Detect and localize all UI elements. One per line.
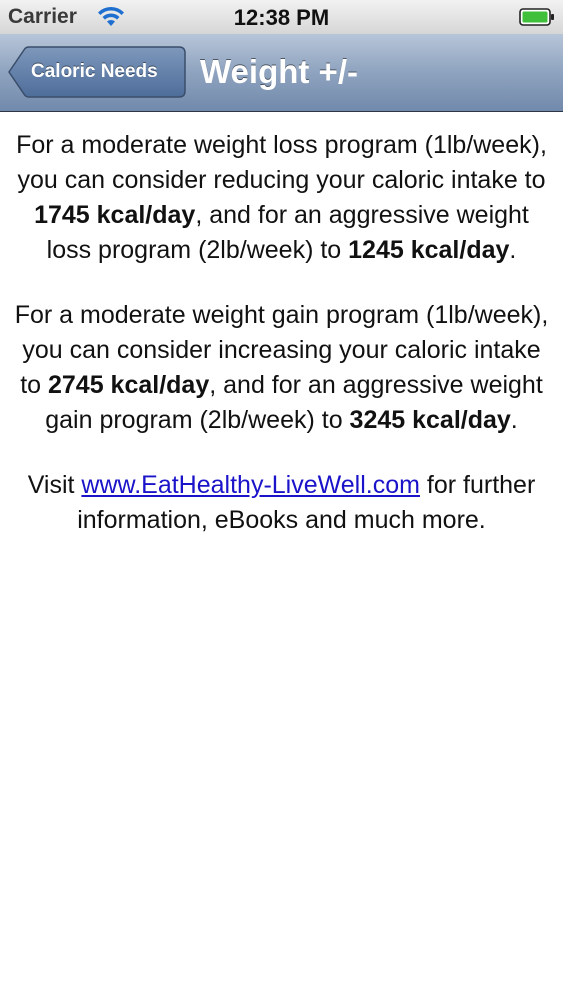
weight-gain-paragraph: For a moderate weight gain program (1lb/… [14, 298, 549, 438]
status-time: 12:38 PM [233, 5, 330, 30]
content-area: For a moderate weight loss program (1lb/… [14, 128, 549, 568]
weight-loss-paragraph: For a moderate weight loss program (1lb/… [14, 128, 549, 268]
weight-loss-text: . [509, 236, 517, 264]
navigation-bar: Caloric Needs Weight +/- [0, 34, 563, 112]
visit-paragraph: Visit www.EatHealthy-LiveWell.com for fu… [14, 468, 549, 538]
back-button-label: Caloric Needs [31, 61, 158, 82]
status-bar: Carrier 12:38 PM [0, 0, 563, 34]
weight-gain-text: . [510, 406, 518, 434]
visit-text: Visit [27, 471, 82, 499]
moderate-gain-value: 2745 kcal/day [48, 371, 210, 399]
battery-icon [519, 8, 555, 26]
page-title: Weight +/- [200, 53, 358, 90]
website-link[interactable]: www.EatHealthy-LiveWell.com [81, 471, 420, 499]
moderate-loss-value: 1745 kcal/day [34, 201, 196, 229]
aggressive-gain-value: 3245 kcal/day [349, 406, 511, 434]
weight-loss-text: For a moderate weight loss program (1lb/… [16, 131, 547, 194]
back-button[interactable]: Caloric Needs [8, 46, 186, 98]
aggressive-loss-value: 1245 kcal/day [348, 236, 510, 264]
